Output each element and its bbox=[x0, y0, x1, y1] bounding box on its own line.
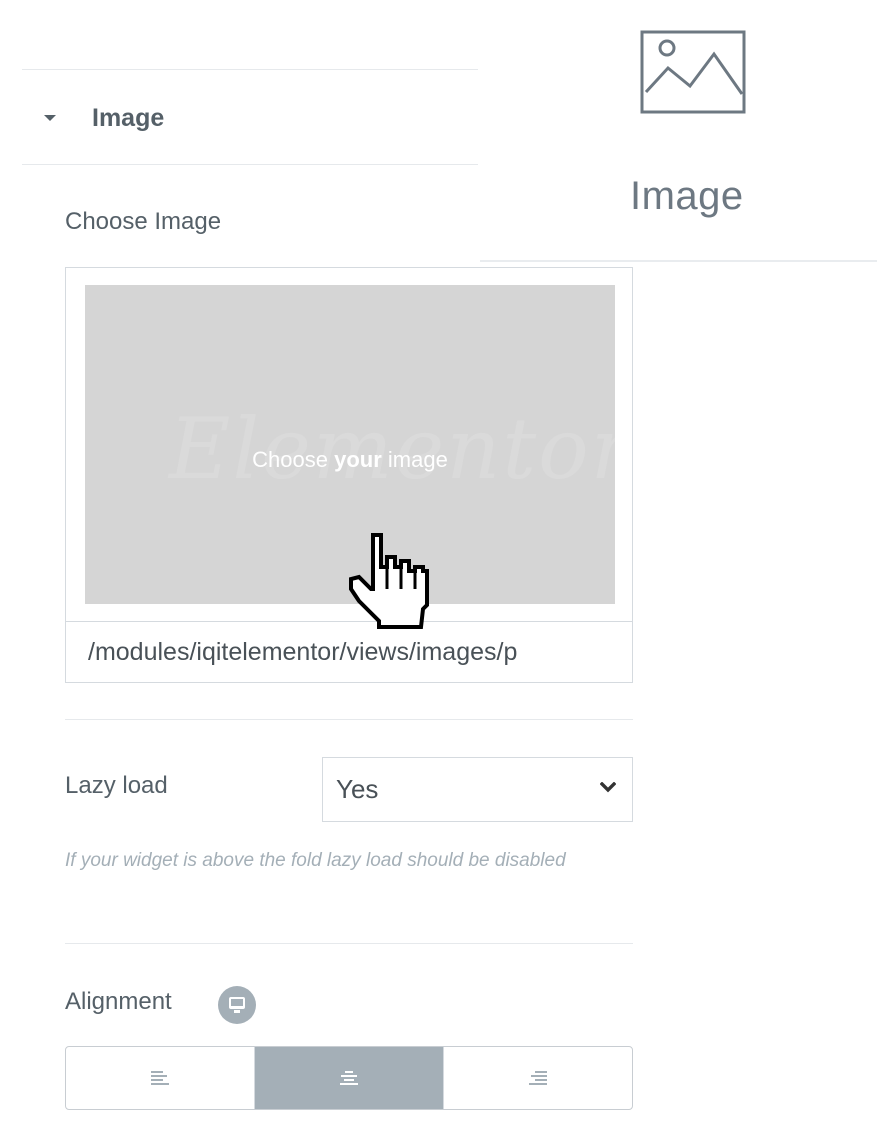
chevron-down-icon bbox=[600, 782, 616, 793]
hand-pointer-icon bbox=[349, 533, 429, 629]
widget-label: Image bbox=[630, 174, 744, 218]
align-right-icon bbox=[529, 1071, 547, 1085]
section-bottom-divider bbox=[22, 164, 478, 165]
lazy-load-value: Yes bbox=[336, 774, 379, 804]
control-separator bbox=[65, 719, 633, 720]
widget-preview-image[interactable]: Image bbox=[480, 0, 877, 262]
lazy-load-select[interactable]: Yes bbox=[322, 757, 633, 822]
section-header-image[interactable]: Image bbox=[0, 70, 478, 164]
choose-image-prompt: Choose your image bbox=[252, 447, 448, 472]
align-right-choice[interactable] bbox=[443, 1047, 632, 1109]
image-icon bbox=[640, 30, 746, 114]
responsive-switcher[interactable] bbox=[218, 986, 256, 1024]
desktop-icon bbox=[229, 997, 245, 1013]
lazy-load-description: If your widget is above the fold lazy lo… bbox=[65, 850, 566, 871]
align-left-choice[interactable] bbox=[66, 1047, 254, 1109]
align-center-icon bbox=[340, 1071, 358, 1085]
section-title: Image bbox=[92, 104, 165, 132]
align-center-choice[interactable] bbox=[254, 1047, 443, 1109]
widget-preview-divider bbox=[480, 260, 877, 262]
choose-image-label: Choose Image bbox=[65, 208, 222, 235]
alignment-label: Alignment bbox=[65, 988, 172, 1015]
caret-down-icon bbox=[44, 115, 56, 121]
control-separator bbox=[65, 943, 633, 944]
align-left-icon bbox=[151, 1071, 169, 1085]
lazy-load-label: Lazy load bbox=[65, 772, 168, 799]
alignment-choices bbox=[65, 1046, 633, 1110]
